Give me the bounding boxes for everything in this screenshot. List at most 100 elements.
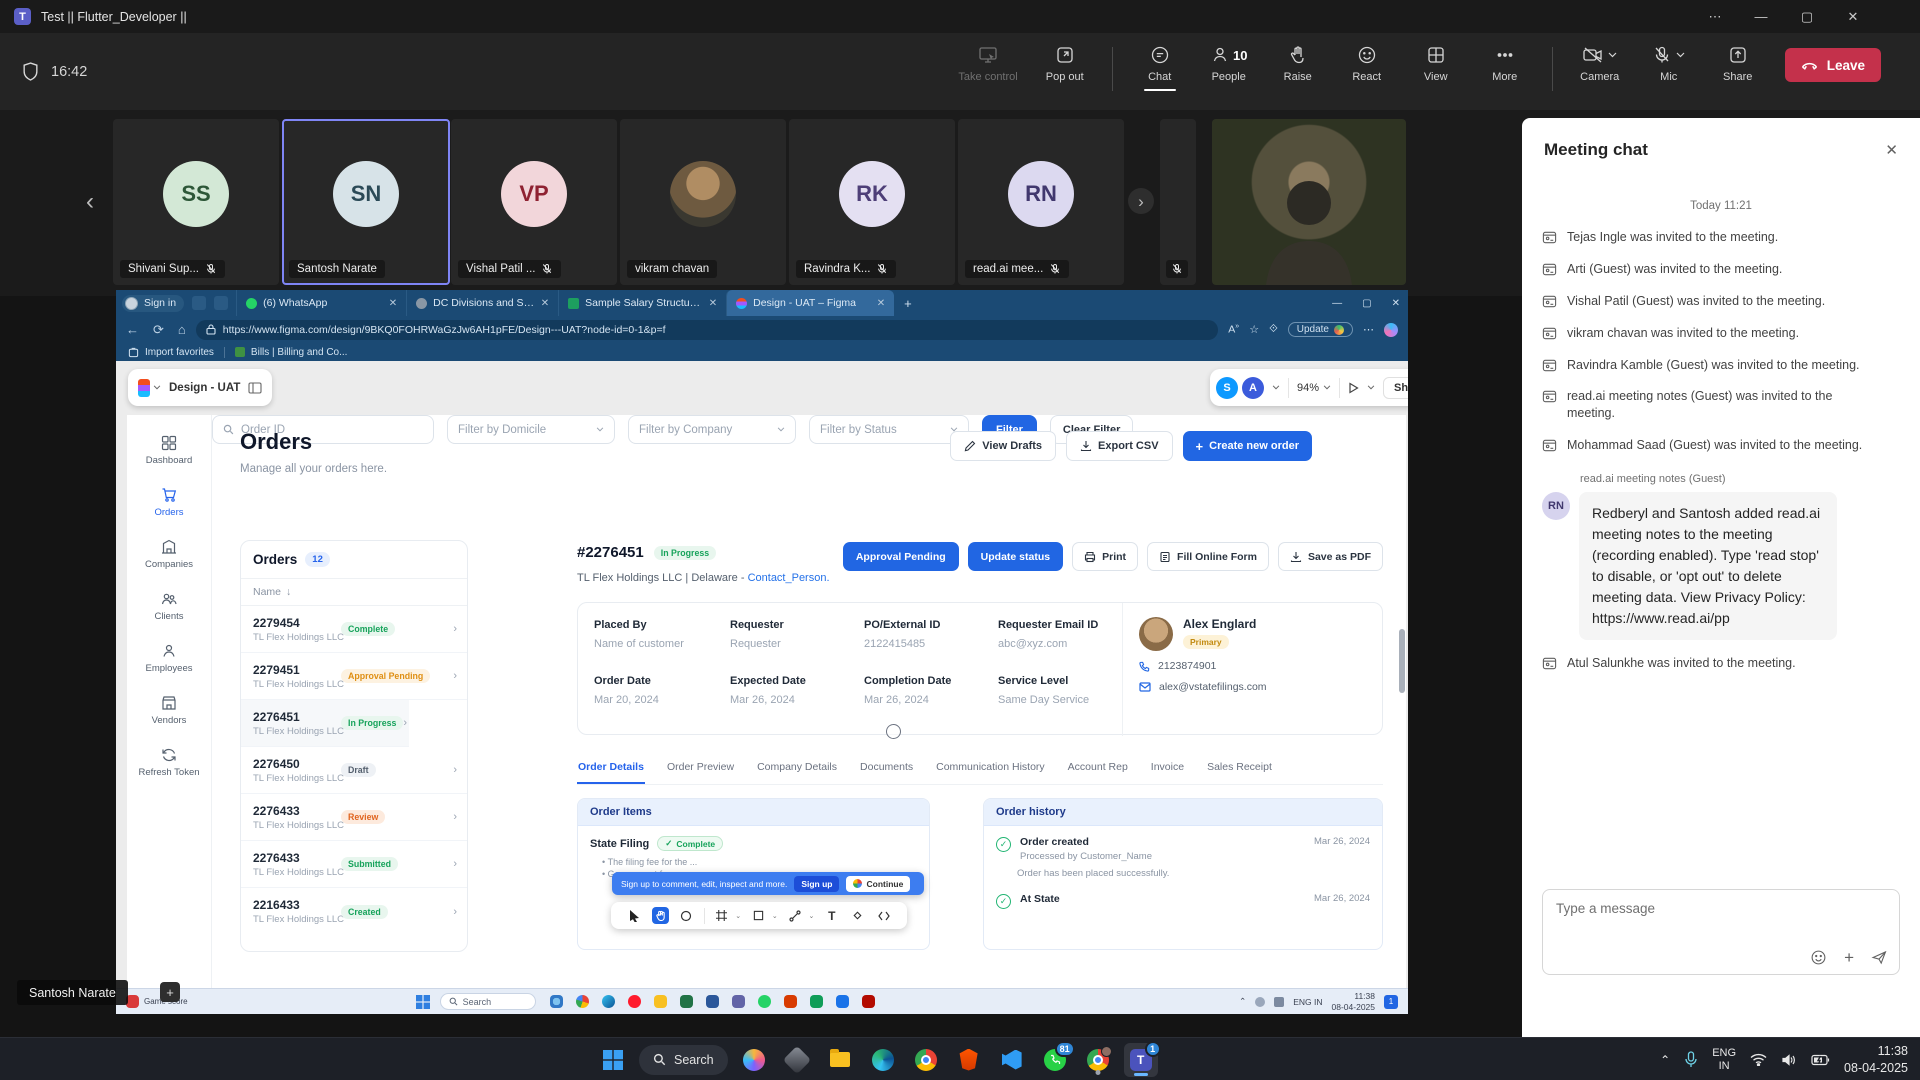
component-tool-icon[interactable] [849,907,866,924]
browser-tab-whatsapp[interactable]: (6) WhatsApp✕ [236,290,406,316]
pinned-app-icon[interactable] [836,995,849,1008]
chrome-icon[interactable] [909,1043,943,1077]
collaborator-avatar[interactable]: A [1242,377,1264,399]
tab-order-preview[interactable]: Order Preview [666,752,735,784]
sidebar-item-companies[interactable]: Companies [129,539,209,570]
participant-tile-partial[interactable] [1160,119,1196,285]
acrobat-icon[interactable] [862,995,875,1008]
filter-status-select[interactable]: Filter by Status [809,415,969,444]
contact-person-link[interactable]: Contact_Person. [748,572,830,584]
chrome-profile-icon[interactable] [1081,1043,1115,1077]
vscode-icon[interactable] [995,1043,1029,1077]
url-field[interactable]: https://www.figma.com/design/9BKQ0FOHRWa… [196,320,1219,340]
powerpoint-icon[interactable] [784,995,797,1008]
new-tab-icon[interactable]: + [904,296,912,311]
window-more-icon[interactable]: ⋯ [1692,0,1738,33]
whatsapp-icon[interactable]: 81 [1038,1043,1072,1077]
participant-tile[interactable]: vikram chavan [620,119,786,285]
camera-button[interactable]: Camera [1578,45,1622,91]
fill-online-form-button[interactable]: Fill Online Form [1147,542,1269,571]
browser-maximize-icon[interactable]: ▢ [1362,298,1371,309]
figma-doc-title[interactable]: Design - UAT [169,382,240,394]
browser-menu-icon[interactable]: ⋯ [1363,323,1374,336]
mic-chevron-icon[interactable] [1676,52,1685,58]
sidebar-item-employees[interactable]: Employees [129,643,209,674]
create-new-order-button[interactable]: + Create new order [1183,431,1312,461]
vertical-tabs-icon[interactable] [214,296,228,310]
sidebar-item-refresh-token[interactable]: Refresh Token [129,747,209,778]
emoji-icon[interactable] [1810,949,1827,966]
people-button[interactable]: 10 People [1207,45,1251,91]
view-drafts-button[interactable]: View Drafts [950,431,1056,461]
send-icon[interactable] [1871,949,1888,966]
print-button[interactable]: Print [1072,542,1138,571]
contact-email-row[interactable]: alex@vstatefilings.com [1139,681,1370,693]
filmstrip-prev-icon[interactable]: ‹ [86,190,94,214]
pinned-app-icon[interactable] [550,995,563,1008]
favorite-bill-link[interactable]: Bills | Billing and Co... [235,347,348,358]
sidebar-item-clients[interactable]: Clients [129,591,209,622]
order-row[interactable]: 2276433TL Flex Holdings LLC Review› [241,794,467,841]
copilot-icon[interactable] [737,1043,771,1077]
clock[interactable]: 11:38 08-04-2025 [1332,991,1375,1012]
taskbar-search[interactable]: Search [639,1045,728,1075]
read-aloud-icon[interactable]: A» [1228,323,1239,336]
excel-icon[interactable] [680,995,693,1008]
update-button[interactable]: Update [1288,322,1353,337]
file-explorer-icon[interactable] [823,1043,857,1077]
extensions-icon[interactable]: ⟐ [1269,323,1278,336]
filmstrip-next-icon[interactable]: › [1128,188,1154,214]
save-as-pdf-button[interactable]: Save as PDF [1278,542,1383,571]
notification-badge[interactable]: 1 [1384,995,1398,1009]
volume-icon[interactable] [1781,1053,1797,1067]
window-maximize-icon[interactable]: ▢ [1784,0,1830,33]
order-row[interactable]: 2276433TL Flex Holdings LLC Submitted› [241,841,467,888]
tab-invoice[interactable]: Invoice [1150,752,1185,784]
present-icon[interactable] [1348,382,1359,394]
file-explorer-icon[interactable] [654,995,667,1008]
layout-panel-icon[interactable] [248,382,262,394]
battery-icon[interactable] [1811,1054,1830,1066]
collaborator-avatar[interactable]: S [1216,377,1238,399]
sidebar-item-orders[interactable]: Orders [129,487,209,518]
participant-tile[interactable]: RN read.ai mee... [958,119,1124,285]
figma-menu-button[interactable] [138,379,161,397]
hand-tool-icon[interactable] [652,907,669,924]
browser-minimize-icon[interactable]: — [1332,298,1342,309]
refresh-icon[interactable]: ⟳ [153,322,164,338]
order-row[interactable]: 2279451TL Flex Holdings LLC Approval Pen… [241,653,467,700]
tray-mic-icon[interactable] [1684,1051,1698,1068]
chevron-down-icon[interactable]: ⌄ [772,912,778,920]
teams-icon[interactable]: T 1 [1124,1043,1158,1077]
tab-communication-history[interactable]: Communication History [935,752,1046,784]
chat-button[interactable]: Chat [1138,45,1182,91]
tab-close-icon[interactable]: ✕ [389,298,397,309]
camera-chevron-icon[interactable] [1608,52,1617,58]
tab-company-details[interactable]: Company Details [756,752,838,784]
frame-tool-icon[interactable] [713,907,730,924]
update-status-button[interactable]: Update status [968,542,1063,571]
raise-hand-button[interactable]: Raise [1276,45,1320,91]
browser-close-icon[interactable]: ✕ [1392,298,1400,309]
text-tool-icon[interactable]: T [823,907,840,924]
order-row[interactable]: 2279454TL Flex Holdings LLC Complete› [241,606,467,653]
name-column-header[interactable]: Name↓ [241,579,467,606]
tray-expand-icon[interactable]: ⌃ [1660,1053,1670,1067]
participant-tile[interactable]: SS Shivani Sup... [113,119,279,285]
tray-icon[interactable] [1274,997,1284,1007]
banner-continue-button[interactable]: Continue [846,876,910,892]
rectangle-tool-icon[interactable] [750,907,767,924]
taskbar-search[interactable]: Search [440,993,536,1010]
import-favorites-button[interactable]: Import favorites [128,347,214,358]
chevron-down-icon[interactable] [1272,385,1280,390]
chevron-down-icon[interactable]: ⌄ [735,912,741,920]
opera-icon[interactable] [628,995,641,1008]
export-csv-button[interactable]: Export CSV [1066,431,1173,461]
order-row-selected[interactable]: 2276451TL Flex Holdings LLC In Progress› [241,700,409,747]
order-row[interactable]: 2276450TL Flex Holdings LLC Draft› [241,747,467,794]
code-tool-icon[interactable] [875,907,892,924]
tray-expand-icon[interactable]: ⌃ [1239,996,1246,1007]
chrome-icon[interactable] [576,995,589,1008]
teams-icon[interactable] [732,995,745,1008]
start-button[interactable] [416,995,430,1009]
